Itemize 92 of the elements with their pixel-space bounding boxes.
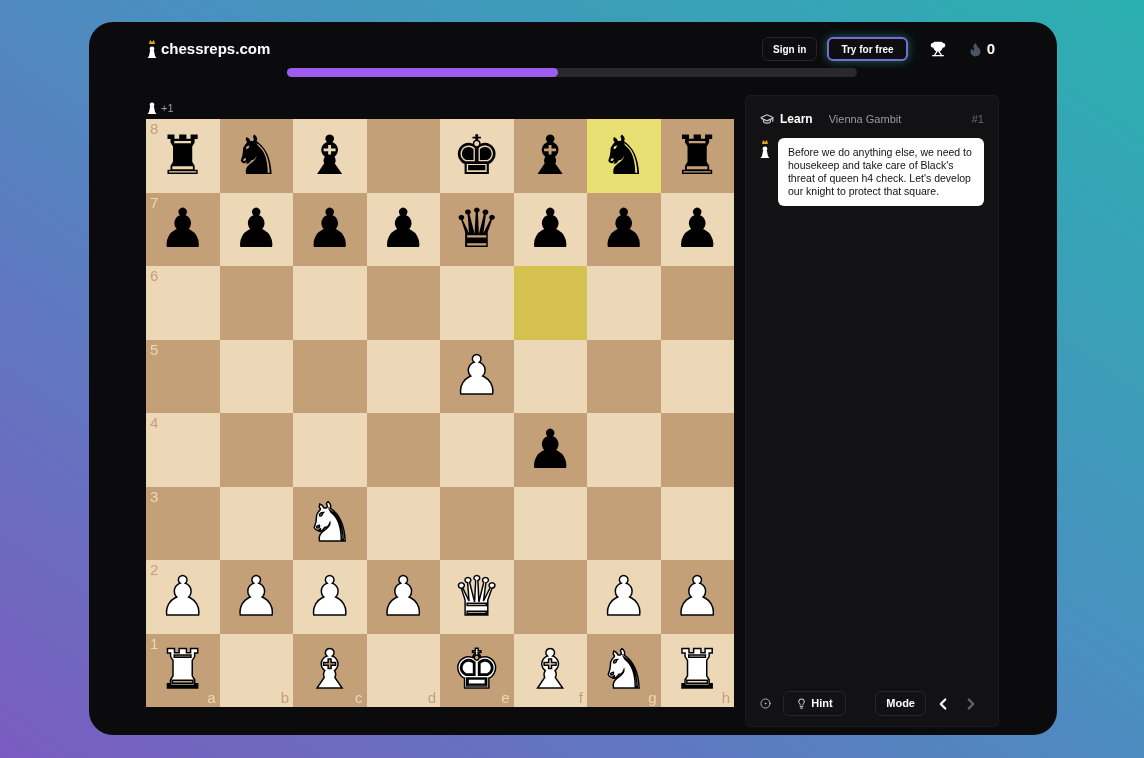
speech-bubble: Before we do anything else, we need to housekeep and take care of Black's threat of queen h4 check. Let's develop our knight to protect that square. bbox=[777, 138, 984, 206]
file-label: e bbox=[501, 690, 510, 705]
board-square[interactable]: ♞ bbox=[587, 119, 661, 193]
board-square[interactable] bbox=[366, 413, 440, 487]
board-square[interactable]: ♝ bbox=[513, 119, 587, 193]
board-square[interactable] bbox=[660, 339, 734, 413]
board-square[interactable] bbox=[366, 486, 440, 560]
rank-label: 4 bbox=[150, 415, 159, 430]
chess-piece[interactable]: ♟ bbox=[158, 202, 207, 257]
material-count: +1 bbox=[161, 100, 174, 116]
graduation-cap-icon bbox=[760, 112, 774, 126]
board-square[interactable]: ♟ bbox=[660, 192, 734, 266]
hint-button[interactable]: Hint bbox=[783, 691, 846, 716]
file-label: h bbox=[721, 690, 730, 705]
logo-pawn-icon bbox=[147, 38, 157, 60]
opening-name: Vienna Gambit bbox=[828, 111, 902, 127]
pawn-icon bbox=[147, 102, 157, 114]
mode-button[interactable]: Mode bbox=[875, 691, 926, 716]
chess-piece[interactable]: ♜ bbox=[158, 128, 207, 183]
board-square[interactable] bbox=[293, 266, 367, 340]
board-square[interactable] bbox=[587, 486, 661, 560]
chess-piece[interactable]: ♞ bbox=[599, 128, 648, 183]
chess-piece[interactable]: ♟ bbox=[526, 202, 575, 257]
board-square[interactable] bbox=[513, 560, 587, 634]
board-square[interactable]: ♝ bbox=[293, 119, 367, 193]
board-square[interactable] bbox=[587, 266, 661, 340]
chess-piece[interactable]: ♟ bbox=[526, 422, 575, 477]
board-square[interactable] bbox=[587, 413, 661, 487]
logo-text[interactable]: chessreps.com bbox=[161, 37, 271, 61]
chess-piece[interactable]: ♞ bbox=[232, 128, 281, 183]
board-square[interactable]: ♞ bbox=[219, 119, 293, 193]
board-square[interactable]: ♟ bbox=[513, 192, 587, 266]
rank-label: 5 bbox=[150, 341, 159, 357]
board-square[interactable] bbox=[587, 339, 661, 413]
rank-label: 6 bbox=[150, 268, 159, 283]
board-square[interactable] bbox=[513, 339, 587, 413]
settings-icon[interactable] bbox=[760, 698, 771, 709]
chess-piece[interactable]: ♟ bbox=[305, 202, 354, 257]
board-square[interactable]: ♟ bbox=[219, 192, 293, 266]
file-label: d bbox=[427, 690, 436, 705]
board-square[interactable] bbox=[366, 339, 440, 413]
sign-in-button[interactable]: Sign in bbox=[762, 37, 818, 61]
file-label: a bbox=[207, 690, 216, 705]
board-square[interactable] bbox=[219, 339, 293, 413]
board-square[interactable]: ♜ bbox=[660, 119, 734, 193]
trial-button[interactable]: Try for free bbox=[827, 37, 908, 61]
board-square[interactable] bbox=[219, 486, 293, 560]
board-square[interactable] bbox=[219, 413, 293, 487]
chess-piece[interactable]: ♟ bbox=[232, 202, 281, 257]
board-square[interactable]: ♛ bbox=[440, 192, 514, 266]
board-square[interactable] bbox=[366, 266, 440, 340]
board-square[interactable] bbox=[513, 486, 587, 560]
board-square[interactable]: ♟ bbox=[293, 192, 367, 266]
chess-piece[interactable]: ♟ bbox=[673, 202, 722, 257]
rank-label: 3 bbox=[150, 488, 159, 504]
board-square[interactable]: ♚ bbox=[440, 119, 514, 193]
rank-label: 1 bbox=[150, 635, 159, 651]
board-square[interactable]: ♟ bbox=[366, 192, 440, 266]
trophy-icon[interactable] bbox=[929, 41, 946, 57]
lesson-number: #1 bbox=[971, 111, 984, 127]
file-label: f bbox=[578, 690, 583, 705]
board-square[interactable] bbox=[660, 486, 734, 560]
flame-icon bbox=[967, 41, 983, 57]
board-square[interactable] bbox=[660, 266, 734, 340]
chess-piece[interactable]: ♜ bbox=[673, 128, 722, 183]
coach-pawn-icon bbox=[760, 138, 770, 160]
board-square[interactable] bbox=[440, 486, 514, 560]
board-square[interactable] bbox=[513, 266, 587, 340]
board-square[interactable] bbox=[219, 266, 293, 340]
board-square[interactable] bbox=[293, 413, 367, 487]
chess-piece[interactable]: ♝ bbox=[305, 128, 354, 183]
file-label: g bbox=[648, 690, 657, 705]
rank-label: 8 bbox=[150, 121, 159, 136]
chess-piece[interactable]: ♛ bbox=[452, 202, 501, 257]
chess-piece[interactable]: ♟ bbox=[379, 202, 428, 257]
board-square[interactable] bbox=[440, 266, 514, 340]
board-square[interactable] bbox=[440, 413, 514, 487]
streak-count: 0 bbox=[986, 38, 995, 59]
lightbulb-icon bbox=[796, 698, 808, 709]
chess-piece[interactable]: ♟ bbox=[599, 202, 648, 257]
board-square[interactable] bbox=[293, 339, 367, 413]
chess-piece[interactable]: ♚ bbox=[452, 128, 501, 183]
board-square[interactable] bbox=[366, 119, 440, 193]
rank-label: 7 bbox=[150, 194, 159, 210]
chess-piece[interactable]: ♝ bbox=[526, 128, 575, 183]
board-square[interactable]: ♟ bbox=[587, 192, 661, 266]
board-square[interactable]: ♟ bbox=[513, 413, 587, 487]
rank-label: 2 bbox=[150, 562, 159, 577]
board-square[interactable] bbox=[660, 413, 734, 487]
file-label: b bbox=[280, 690, 289, 705]
file-label: c bbox=[355, 690, 363, 705]
mode-label: Learn bbox=[780, 111, 813, 128]
